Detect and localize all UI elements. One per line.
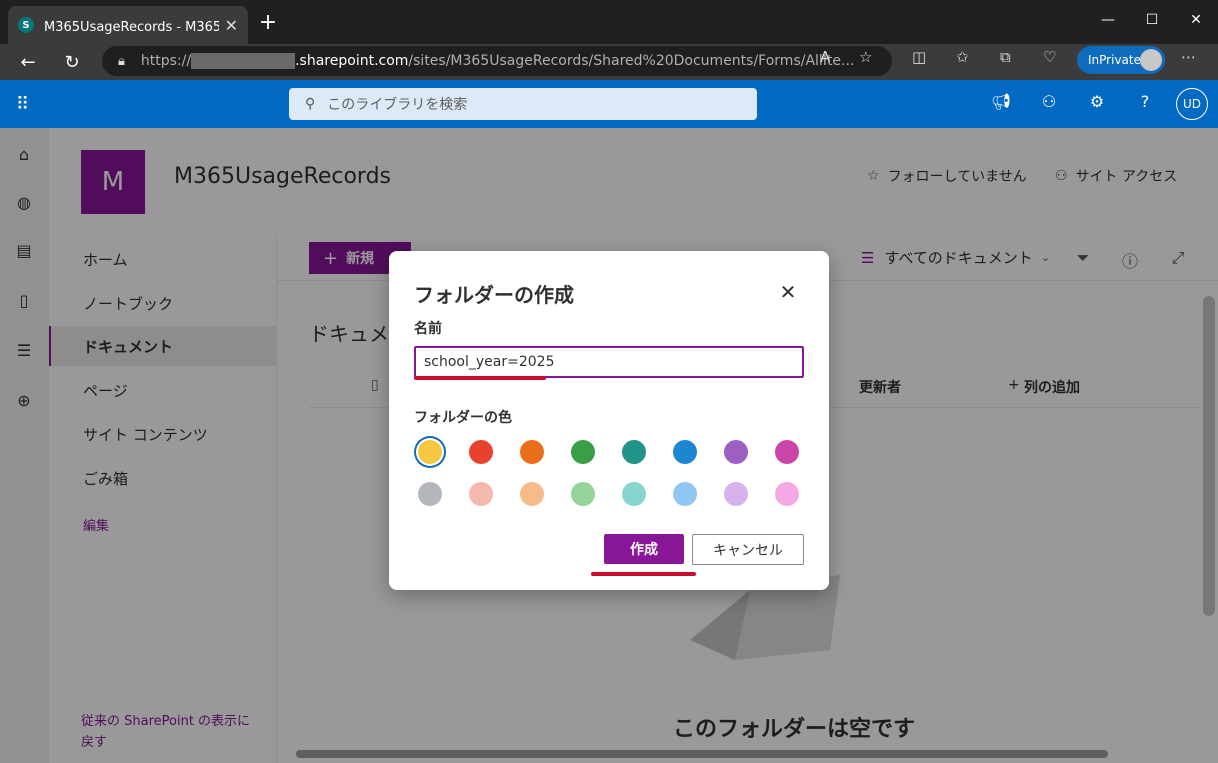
browser-essentials-icon[interactable]: ♡ bbox=[1043, 48, 1056, 66]
read-aloud-icon[interactable]: A bbox=[820, 48, 830, 66]
url-prefix: https:// bbox=[140, 53, 192, 69]
browser-addressbar: ← ↻ 🔒︎ https:// .sharepoint.com /sites/M… bbox=[0, 44, 1218, 80]
browser-tabbar: S M365UsageRecords - M365名簿 ✕ + — ☐ ✕ bbox=[0, 0, 1218, 44]
folder-name-input[interactable] bbox=[414, 346, 804, 378]
inprivate-label: InPrivate bbox=[1088, 53, 1141, 67]
library-search-box[interactable]: ⚲ このライブラリを検索 bbox=[289, 88, 757, 120]
search-placeholder: このライブラリを検索 bbox=[327, 97, 468, 113]
dialog-title: フォルダーの作成 bbox=[414, 283, 574, 307]
folder-color-swatch[interactable] bbox=[673, 440, 697, 464]
collections-icon[interactable]: ⧉ bbox=[1000, 48, 1011, 66]
lock-icon: 🔒︎ bbox=[118, 53, 125, 69]
folder-color-swatch[interactable] bbox=[469, 440, 493, 464]
folder-color-picker bbox=[414, 438, 804, 508]
name-underline-annotation bbox=[414, 376, 546, 380]
favorites-icon[interactable]: ✩ bbox=[956, 48, 969, 66]
folder-color-swatch[interactable] bbox=[724, 482, 748, 506]
sharepoint-suitebar: ⠿ ⚲ このライブラリを検索 📢︎ ⚇ ⚙ ? UD bbox=[0, 80, 1218, 128]
url-host: .sharepoint.com bbox=[295, 53, 409, 69]
close-tab-icon[interactable]: ✕ bbox=[225, 16, 238, 35]
close-window-button[interactable]: ✕ bbox=[1174, 0, 1218, 40]
new-tab-button[interactable]: + bbox=[256, 10, 280, 35]
close-icon[interactable]: ✕ bbox=[777, 280, 799, 304]
create-folder-dialog: フォルダーの作成 ✕ 名前 フォルダーの色 作成 キャンセル bbox=[389, 251, 829, 590]
favorite-star-icon[interactable]: ☆ bbox=[859, 48, 872, 66]
minimize-button[interactable]: — bbox=[1086, 0, 1130, 40]
url-bar[interactable]: 🔒︎ https:// .sharepoint.com /sites/M365U… bbox=[102, 46, 892, 76]
name-label: 名前 bbox=[414, 321, 442, 337]
tab-title: M365UsageRecords - M365名簿 bbox=[44, 19, 219, 35]
split-screen-icon[interactable]: ◫ bbox=[912, 48, 926, 66]
folder-color-swatch[interactable] bbox=[571, 440, 595, 464]
settings-gear-icon[interactable]: ⚙ bbox=[1085, 92, 1109, 111]
folder-color-swatch[interactable] bbox=[775, 440, 799, 464]
folder-color-swatch[interactable] bbox=[775, 482, 799, 506]
refresh-button[interactable]: ↻ bbox=[60, 50, 84, 74]
folder-color-swatch[interactable] bbox=[673, 482, 697, 506]
folder-color-swatch[interactable] bbox=[622, 482, 646, 506]
app-launcher-icon[interactable]: ⠿ bbox=[16, 94, 29, 115]
browser-tab[interactable]: S M365UsageRecords - M365名簿 ✕ bbox=[8, 6, 248, 44]
cancel-button[interactable]: キャンセル bbox=[692, 534, 804, 565]
create-underline-annotation bbox=[591, 572, 696, 576]
back-button[interactable]: ← bbox=[16, 50, 40, 74]
sharepoint-favicon-icon: S bbox=[18, 17, 34, 33]
maximize-button[interactable]: ☐ bbox=[1130, 0, 1174, 40]
folder-color-label: フォルダーの色 bbox=[414, 410, 512, 426]
folder-color-swatch[interactable] bbox=[418, 482, 442, 506]
folder-color-swatch[interactable] bbox=[418, 440, 442, 464]
create-button[interactable]: 作成 bbox=[604, 534, 684, 564]
folder-color-swatch[interactable] bbox=[520, 440, 544, 464]
folder-color-swatch[interactable] bbox=[622, 440, 646, 464]
window-controls: — ☐ ✕ bbox=[1086, 0, 1218, 40]
folder-color-swatch[interactable] bbox=[520, 482, 544, 506]
user-avatar[interactable]: UD bbox=[1176, 88, 1208, 120]
profile-avatar bbox=[1140, 49, 1162, 71]
help-icon[interactable]: ? bbox=[1133, 92, 1157, 111]
sharepoint-connections-icon[interactable]: ⚇ bbox=[1037, 92, 1061, 111]
search-icon: ⚲ bbox=[305, 96, 316, 112]
folder-color-swatch[interactable] bbox=[724, 440, 748, 464]
url-redacted bbox=[191, 53, 296, 69]
inprivate-badge[interactable]: InPrivate bbox=[1077, 46, 1165, 74]
folder-color-swatch[interactable] bbox=[571, 482, 595, 506]
folder-color-swatch[interactable] bbox=[469, 482, 493, 506]
url-path: /sites/M365UsageRecords/Shared%20Documen… bbox=[408, 53, 855, 69]
megaphone-icon[interactable]: 📢︎ bbox=[989, 92, 1013, 111]
more-menu-icon[interactable]: ⋯ bbox=[1181, 48, 1196, 66]
